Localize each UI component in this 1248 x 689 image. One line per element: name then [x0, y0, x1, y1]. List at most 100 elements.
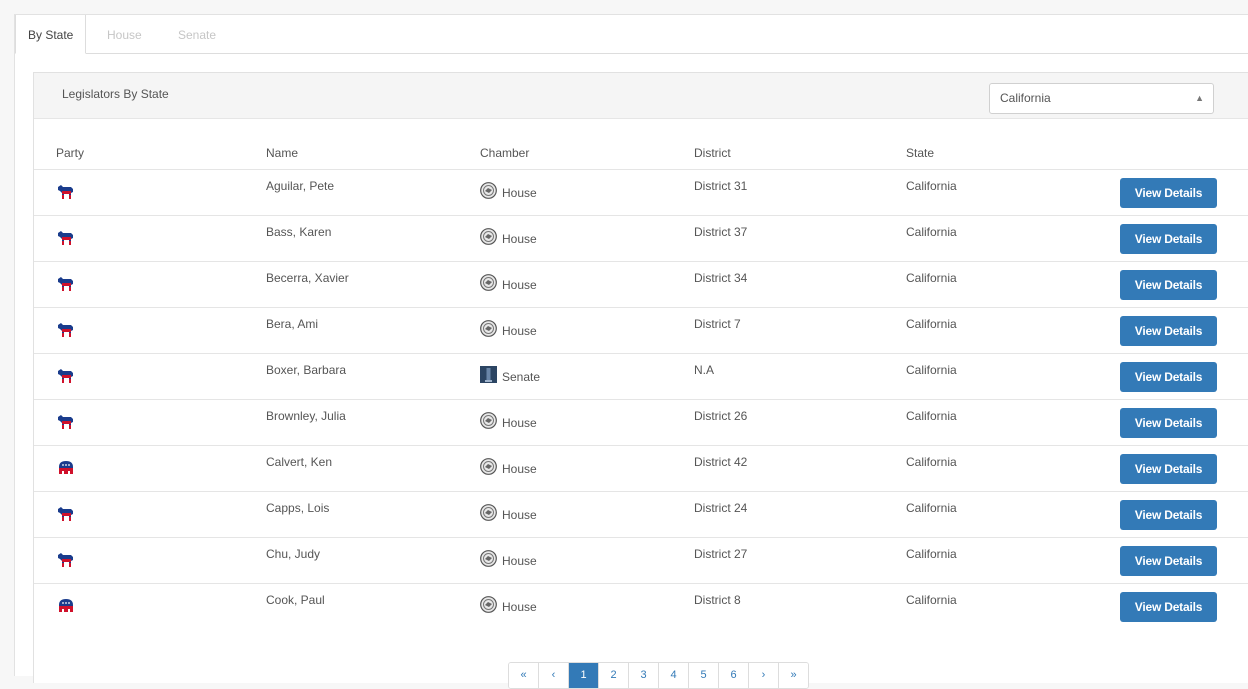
house-seal-icon [480, 274, 497, 291]
header-state: State [906, 146, 935, 160]
table-row: Cook, Paul House District 8 California View … [34, 583, 1248, 630]
chamber-label: House [502, 324, 537, 338]
next-page-link[interactable]: › [749, 663, 779, 688]
prev-page-link[interactable]: ‹ [539, 663, 569, 688]
democrat-donkey-icon [56, 412, 76, 432]
district-cell: District 7 [694, 317, 741, 331]
view-details-button[interactable]: View Details [1120, 270, 1217, 300]
view-details-button[interactable]: View Details [1120, 592, 1217, 622]
district-cell: N.A [694, 363, 715, 377]
table-row: Boxer, Barbara Senate N.A California View De… [34, 353, 1248, 400]
table-row: Bera, Ami House District 7 California View D… [34, 307, 1248, 354]
view-details-button[interactable]: View Details [1120, 500, 1217, 530]
state-cell: California [906, 501, 957, 515]
chamber-label: House [502, 462, 537, 476]
democrat-donkey-icon [56, 182, 76, 202]
house-seal-icon [480, 228, 497, 245]
republican-elephant-icon [56, 458, 76, 478]
democrat-donkey-icon [56, 550, 76, 570]
view-details-button[interactable]: View Details [1120, 362, 1217, 392]
state-cell: California [906, 409, 957, 423]
tab-senate[interactable]: Senate [166, 15, 228, 53]
last-page-link[interactable]: » [779, 663, 808, 688]
page-1-link[interactable]: 1 [569, 663, 599, 688]
democrat-donkey-icon [56, 504, 76, 524]
state-cell: California [906, 225, 957, 239]
district-cell: District 27 [694, 547, 748, 561]
first-page-link[interactable]: « [509, 663, 539, 688]
district-cell: District 24 [694, 501, 748, 515]
header-name: Name [266, 146, 299, 160]
legislator-name: Chu, Judy [266, 547, 321, 561]
page-4-link[interactable]: 4 [659, 663, 689, 688]
table-row: Becerra, Xavier House District 34 Californi… [34, 261, 1248, 308]
house-seal-icon [480, 504, 497, 521]
tab-bar: By State House Senate [15, 15, 1248, 54]
header-district: District [694, 146, 731, 160]
chamber-label: House [502, 186, 537, 200]
district-cell: District 37 [694, 225, 748, 239]
page-3-link[interactable]: 3 [629, 663, 659, 688]
legislator-name: Calvert, Ken [266, 455, 333, 469]
table-row: Calvert, Ken House District 42 California Vi… [34, 445, 1248, 492]
state-select[interactable]: California ▲ [989, 83, 1214, 114]
chamber-label: Senate [502, 370, 541, 384]
chamber-label: House [502, 416, 537, 430]
legislator-name: Cook, Paul [266, 593, 325, 607]
panel-header: Legislators By State California ▲ [34, 73, 1248, 119]
chamber-label: House [502, 232, 537, 246]
senate-seal-icon [480, 366, 497, 383]
chamber-label: House [502, 278, 537, 292]
state-cell: California [906, 455, 957, 469]
state-cell: California [906, 317, 957, 331]
main-frame: By State House Senate Legislators By Sta… [14, 14, 1248, 689]
page-2-link[interactable]: 2 [599, 663, 629, 688]
house-seal-icon [480, 412, 497, 429]
state-cell: California [906, 271, 957, 285]
state-cell: California [906, 547, 957, 561]
democrat-donkey-icon [56, 320, 76, 340]
page-6-link[interactable]: 6 [719, 663, 749, 688]
district-cell: District 26 [694, 409, 748, 423]
view-details-button[interactable]: View Details [1120, 408, 1217, 438]
house-seal-icon [480, 320, 497, 337]
legislator-name: Bera, Ami [266, 317, 319, 331]
house-seal-icon [480, 550, 497, 567]
view-details-button[interactable]: View Details [1120, 316, 1217, 346]
view-details-button[interactable]: View Details [1120, 178, 1217, 208]
district-cell: District 8 [694, 593, 741, 607]
table-row: Bass, Karen House District 37 California Vie… [34, 215, 1248, 262]
view-details-button[interactable]: View Details [1120, 224, 1217, 254]
legislator-name: Boxer, Barbara [266, 363, 347, 377]
republican-elephant-icon [56, 596, 76, 616]
legislator-name: Brownley, Julia [266, 409, 346, 423]
page-5-link[interactable]: 5 [689, 663, 719, 688]
state-cell: California [906, 179, 957, 193]
table-row: Aguilar, Pete House District 31 California V… [34, 169, 1248, 216]
legislator-name: Bass, Karen [266, 225, 332, 239]
democrat-donkey-icon [56, 366, 76, 386]
table-row: Capps, Lois House District 24 California Vie… [34, 491, 1248, 538]
district-cell: District 42 [694, 455, 748, 469]
view-details-button[interactable]: View Details [1120, 454, 1217, 484]
tab-house[interactable]: House [95, 15, 154, 53]
house-seal-icon [480, 458, 497, 475]
select-caret-icon: ▲ [1195, 93, 1204, 103]
view-details-button[interactable]: View Details [1120, 546, 1217, 576]
district-cell: District 31 [694, 179, 748, 193]
legislator-name: Capps, Lois [266, 501, 330, 515]
state-cell: California [906, 593, 957, 607]
tab-by-state[interactable]: By State [15, 15, 87, 54]
header-chamber: Chamber [480, 146, 530, 160]
table-row: Chu, Judy House District 27 California View … [34, 537, 1248, 584]
legislator-name: Becerra, Xavier [266, 271, 349, 285]
democrat-donkey-icon [56, 228, 76, 248]
legislators-panel: Legislators By State California ▲ Party … [33, 72, 1248, 689]
house-seal-icon [480, 596, 497, 613]
table-row: Brownley, Julia House District 26 Californi… [34, 399, 1248, 446]
state-select-value: California [1000, 91, 1051, 105]
pagination: «‹ 1 2 3 4 5 6 ›» [508, 662, 809, 689]
chamber-label: House [502, 600, 537, 614]
header-party: Party [56, 146, 85, 160]
district-cell: District 34 [694, 271, 748, 285]
